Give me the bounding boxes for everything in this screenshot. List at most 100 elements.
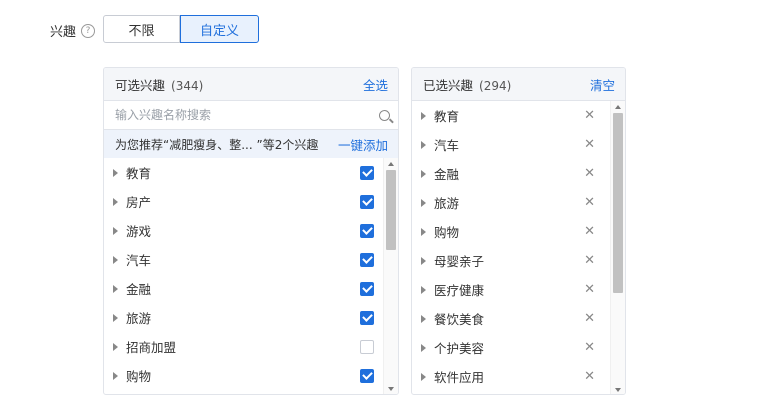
- selected-panel-title: 已选兴趣 (294): [423, 75, 511, 94]
- expand-caret-icon[interactable]: [421, 140, 426, 149]
- interest-checkbox[interactable]: [360, 252, 374, 267]
- selected-scrollbar[interactable]: [610, 101, 625, 394]
- available-panel-title: 可选兴趣 (344): [115, 75, 203, 94]
- interest-label: 招商加盟: [126, 340, 177, 355]
- remove-icon[interactable]: ✕: [584, 254, 595, 267]
- remove-icon[interactable]: ✕: [584, 196, 595, 209]
- remove-icon[interactable]: ✕: [584, 283, 595, 296]
- scroll-down-arrow-icon[interactable]: [615, 388, 621, 392]
- interest-checkbox[interactable]: [360, 368, 374, 383]
- help-icon[interactable]: ?: [81, 23, 96, 38]
- interest-checkbox[interactable]: [360, 165, 374, 180]
- scroll-down-arrow-icon[interactable]: [388, 387, 394, 391]
- interest-label: 金融: [434, 167, 460, 182]
- interest-checkbox[interactable]: [360, 310, 374, 325]
- selected-count: (294): [479, 78, 512, 93]
- expand-caret-icon[interactable]: [113, 313, 118, 322]
- selected-list-item[interactable]: 教育 ✕: [412, 101, 625, 130]
- remove-icon[interactable]: ✕: [584, 109, 595, 122]
- interest-checkbox[interactable]: [360, 223, 374, 238]
- selected-list-container: 教育 ✕ 汽车 ✕ 金融 ✕ 旅游 ✕ 购物 ✕ 母婴亲子 ✕ 医疗健康 ✕ 餐饮美食 ✕ 个护美容 ✕ 软件应用 ✕: [412, 101, 625, 394]
- expand-caret-icon[interactable]: [421, 111, 426, 120]
- interest-mode-toggle: 不限 自定义: [103, 15, 259, 43]
- expand-caret-icon[interactable]: [421, 227, 426, 236]
- available-title: 可选兴趣: [115, 77, 166, 93]
- interest-search-input[interactable]: [115, 108, 355, 122]
- search-icon[interactable]: [379, 109, 390, 121]
- remove-icon[interactable]: ✕: [584, 341, 595, 354]
- remove-icon[interactable]: ✕: [584, 370, 595, 383]
- expand-caret-icon[interactable]: [421, 314, 426, 323]
- interest-search-bar: [104, 101, 398, 130]
- expand-caret-icon[interactable]: [113, 342, 118, 351]
- selected-list-item[interactable]: 金融 ✕: [412, 159, 625, 188]
- available-panel-header: 可选兴趣 (344) 全选: [104, 68, 398, 101]
- interest-label: 旅游: [126, 311, 152, 326]
- add-all-recommended-link[interactable]: 一键添加: [338, 135, 388, 154]
- scrollbar-thumb[interactable]: [613, 113, 623, 293]
- expand-caret-icon[interactable]: [113, 371, 118, 380]
- selected-panel-header: 已选兴趣 (294) 清空: [412, 68, 625, 101]
- selected-list-item[interactable]: 旅游 ✕: [412, 188, 625, 217]
- clear-all-link[interactable]: 清空: [590, 75, 615, 94]
- selected-list-item[interactable]: 餐饮美食 ✕: [412, 304, 625, 333]
- expand-caret-icon[interactable]: [421, 343, 426, 352]
- available-count: (344): [171, 78, 204, 93]
- available-list-item[interactable]: 招商加盟: [104, 332, 398, 361]
- scroll-up-arrow-icon[interactable]: [615, 105, 621, 109]
- interest-label: 购物: [434, 225, 460, 240]
- interest-label: 教育: [434, 109, 460, 124]
- expand-caret-icon[interactable]: [421, 169, 426, 178]
- scroll-up-arrow-icon[interactable]: [388, 162, 394, 166]
- interest-label: 游戏: [126, 224, 152, 239]
- selected-list-item[interactable]: 软件应用 ✕: [412, 362, 625, 391]
- recommendation-bar: 为您推荐“减肥瘦身、整... ”等2个兴趣 一键添加: [104, 130, 398, 158]
- selected-interests-panel: 已选兴趣 (294) 清空 教育 ✕ 汽车 ✕ 金融 ✕ 旅游 ✕ 购物 ✕ 母婴亲子 ✕ 医疗健康 ✕ 餐饮…: [411, 67, 626, 395]
- expand-caret-icon[interactable]: [113, 226, 118, 235]
- available-interests-panel: 可选兴趣(344) 全选 为您推荐“减肥瘦身、整... ”等2个兴趣 一键添加 …: [103, 67, 399, 395]
- remove-icon[interactable]: ✕: [584, 138, 595, 151]
- available-list-item[interactable]: 游戏: [104, 216, 398, 245]
- selected-list-item[interactable]: 个护美容 ✕: [412, 333, 625, 362]
- expand-caret-icon[interactable]: [421, 285, 426, 294]
- available-list-container: 教育房产游戏汽车金融旅游招商加盟购物: [104, 158, 398, 394]
- interest-checkbox[interactable]: [360, 281, 374, 296]
- available-list-item[interactable]: 金融: [104, 274, 398, 303]
- available-list-item[interactable]: 教育: [104, 158, 398, 187]
- interest-label: 医疗健康: [434, 283, 485, 298]
- expand-caret-icon[interactable]: [113, 255, 118, 264]
- interest-label: 汽车: [434, 138, 460, 153]
- interest-label: 个护美容: [434, 341, 485, 356]
- remove-icon[interactable]: ✕: [584, 225, 595, 238]
- available-scrollbar[interactable]: [383, 158, 398, 394]
- available-list: 教育房产游戏汽车金融旅游招商加盟购物: [104, 158, 398, 390]
- expand-caret-icon[interactable]: [421, 256, 426, 265]
- expand-caret-icon[interactable]: [113, 197, 118, 206]
- expand-caret-icon[interactable]: [421, 198, 426, 207]
- interest-checkbox[interactable]: [360, 194, 374, 209]
- interest-label: 金融: [126, 282, 152, 297]
- scrollbar-thumb[interactable]: [386, 170, 396, 250]
- available-list-item[interactable]: 房产: [104, 187, 398, 216]
- available-list-item[interactable]: 购物: [104, 361, 398, 390]
- selected-list-item[interactable]: 购物 ✕: [412, 217, 625, 246]
- interest-checkbox[interactable]: [360, 339, 374, 354]
- selected-list-item[interactable]: 汽车 ✕: [412, 130, 625, 159]
- interest-label: 餐饮美食: [434, 312, 485, 327]
- option-unlimited-button[interactable]: 不限: [103, 15, 180, 43]
- remove-icon[interactable]: ✕: [584, 167, 595, 180]
- selected-list-item[interactable]: 母婴亲子 ✕: [412, 246, 625, 275]
- expand-caret-icon[interactable]: [113, 284, 118, 293]
- selected-list: 教育 ✕ 汽车 ✕ 金融 ✕ 旅游 ✕ 购物 ✕ 母婴亲子 ✕ 医疗健康 ✕ 餐饮美食 ✕ 个护美容 ✕ 软件应用 ✕: [412, 101, 625, 391]
- expand-caret-icon[interactable]: [113, 168, 118, 177]
- interest-label: 软件应用: [434, 370, 485, 385]
- available-list-item[interactable]: 旅游: [104, 303, 398, 332]
- available-list-item[interactable]: 汽车: [104, 245, 398, 274]
- remove-icon[interactable]: ✕: [584, 312, 595, 325]
- interest-label: 房产: [126, 195, 152, 210]
- expand-caret-icon[interactable]: [421, 372, 426, 381]
- recommendation-text: 为您推荐“减肥瘦身、整... ”等2个兴趣: [115, 137, 319, 152]
- select-all-link[interactable]: 全选: [363, 75, 388, 94]
- selected-list-item[interactable]: 医疗健康 ✕: [412, 275, 625, 304]
- option-custom-button[interactable]: 自定义: [180, 15, 259, 43]
